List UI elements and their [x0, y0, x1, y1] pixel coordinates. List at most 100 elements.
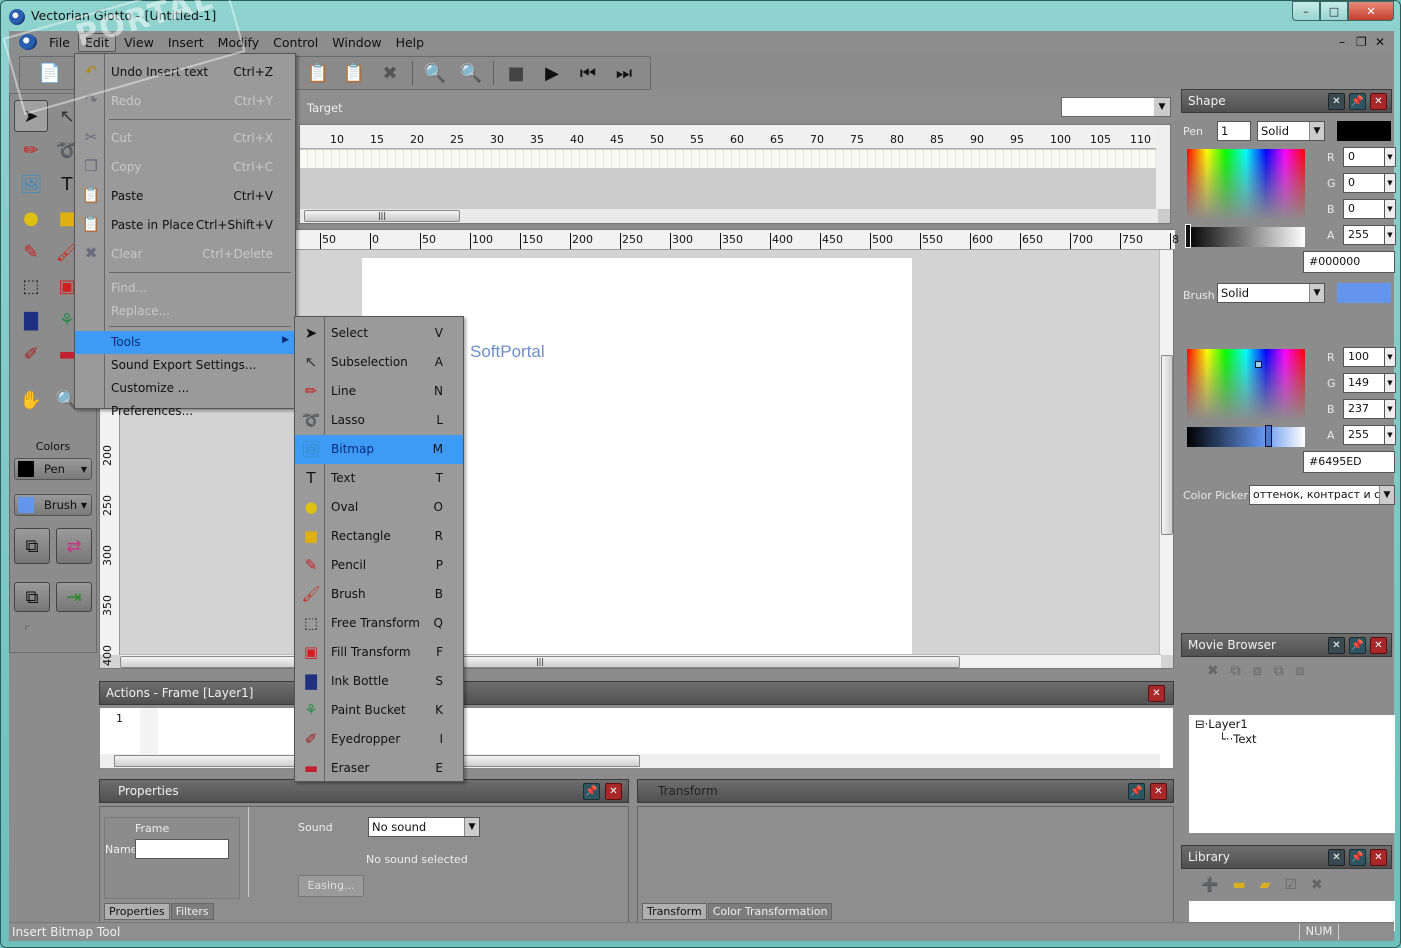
tab-filters[interactable]: Filters — [170, 903, 214, 920]
brush-color-button[interactable]: Brush ▼ — [14, 494, 92, 516]
pin-icon[interactable]: 📌 — [1349, 849, 1366, 866]
chevron-down-icon[interactable]: ▼ — [1384, 225, 1396, 245]
menu-edit[interactable]: Edit — [77, 32, 117, 52]
timeline-frames[interactable] — [300, 150, 1158, 168]
brush-b-spinner[interactable]: 237 ▼ — [1343, 399, 1396, 419]
slider-handle[interactable] — [1265, 425, 1272, 447]
new-symbol-icon[interactable]: ➕ — [1201, 877, 1218, 893]
paste-in-place-icon[interactable]: 📋 — [336, 58, 372, 88]
submenu-item-select[interactable]: ➤ Select V — [295, 319, 463, 348]
timeline-horizontal-scrollbar[interactable]: ||| — [300, 209, 1158, 223]
close-panel-icon[interactable]: ✕ — [1370, 849, 1387, 866]
submenu-item-eyedropper[interactable]: ✐ Eyedropper I — [295, 725, 463, 754]
snap-button[interactable]: ⇥ — [56, 582, 92, 612]
scroll-thumb[interactable] — [1161, 355, 1173, 535]
chevron-down-icon[interactable]: ▼ — [1384, 373, 1396, 393]
ink-bottle-tool-icon[interactable]: ▇ — [14, 304, 48, 336]
submenu-item-pencil[interactable]: ✎ Pencil P — [295, 551, 463, 580]
properties-icon[interactable]: ☑ — [1284, 877, 1297, 893]
submenu-item-lasso[interactable]: ➰ Lasso L — [295, 406, 463, 435]
brush-a-spinner[interactable]: 255 ▼ — [1343, 425, 1396, 445]
brush-r-spinner[interactable]: 100 ▼ — [1343, 347, 1396, 367]
hand-tool-icon[interactable]: ✋ — [14, 384, 48, 416]
default-colors-button[interactable]: ⧉ — [14, 528, 50, 564]
go-to-end-icon[interactable]: ⏭ — [606, 58, 642, 88]
tab-properties[interactable]: Properties — [104, 903, 170, 920]
menu-modify[interactable]: Modify — [212, 34, 265, 51]
timeline-ruler[interactable]: 10 15 20 25 30 35 40 45 50 55 60 65 70 75 80 85 90 95 100 1… — [300, 125, 1158, 149]
play-icon[interactable]: ▶ — [534, 58, 570, 88]
send-backward-icon[interactable]: ⧉ — [1274, 663, 1284, 679]
submenu-item-text[interactable]: T Text T — [295, 464, 463, 493]
spectrum-marker[interactable] — [1255, 361, 1262, 368]
stop-icon[interactable]: ■ — [498, 58, 534, 88]
close-panel-icon[interactable]: ✕ — [1148, 685, 1165, 702]
menu-item-copy[interactable]: ❐ Copy Ctrl+C — [75, 153, 295, 182]
swap-colors-button[interactable]: ⇄ — [56, 528, 92, 564]
stage-vertical-scrollbar[interactable] — [1159, 250, 1173, 655]
scroll-thumb[interactable]: ||| — [120, 656, 960, 668]
menu-item-find[interactable]: Find... — [75, 277, 295, 300]
bring-forward-icon[interactable]: ⧈ — [1253, 663, 1262, 679]
menu-item-tools[interactable]: Tools ▶ — [75, 331, 295, 354]
clear-icon[interactable]: ✖ — [372, 58, 408, 88]
zoom-out-icon[interactable]: 🔍 — [453, 58, 489, 88]
delete-icon[interactable]: ✖ — [1311, 877, 1323, 893]
collapse-icon[interactable]: ⊟ — [1195, 717, 1205, 731]
actions-editor[interactable]: 1 — [99, 707, 1174, 769]
submenu-item-subselection[interactable]: ↖ Subselection A — [295, 348, 463, 377]
brush-color-spectrum[interactable] — [1187, 349, 1305, 421]
submenu-item-rectangle[interactable]: ■ Rectangle R — [295, 522, 463, 551]
pin-icon[interactable]: 📌 — [1349, 93, 1366, 110]
pin-icon[interactable]: 📌 — [1349, 637, 1366, 654]
select-tool-icon[interactable]: ➤ — [14, 100, 48, 132]
bring-to-front-icon[interactable]: ⧉ — [1231, 663, 1241, 679]
menu-item-cut[interactable]: ✂ Cut Ctrl+X — [75, 124, 295, 153]
menu-view[interactable]: View — [118, 34, 160, 51]
menu-item-clear[interactable]: ✖ Clear Ctrl+Delete — [75, 240, 295, 269]
menu-item-paste[interactable]: 📋 Paste Ctrl+V — [75, 182, 295, 211]
pen-b-spinner[interactable]: 0 ▼ — [1343, 199, 1396, 219]
go-to-start-icon[interactable]: ⏮ — [570, 58, 606, 88]
mdi-minimize-button[interactable]: – — [1339, 35, 1345, 49]
menu-item-undo-insert-text[interactable]: ↶ Undo Insert text Ctrl+Z — [75, 58, 295, 87]
paste-icon[interactable]: 📋 — [300, 58, 336, 88]
brush-lightness-slider[interactable] — [1187, 427, 1305, 447]
timeline-vertical-scrollbar[interactable] — [1156, 125, 1170, 209]
menu-window[interactable]: Window — [326, 34, 387, 51]
menu-file[interactable]: File — [43, 34, 76, 51]
pen-r-spinner[interactable]: 0 ▼ — [1343, 147, 1396, 167]
submenu-item-eraser[interactable]: ▬ Eraser E — [295, 754, 463, 783]
color-picker-select[interactable]: оттенок, контраст и све ▼ — [1249, 485, 1395, 505]
slider-handle[interactable] — [1185, 224, 1191, 248]
pen-color-spectrum[interactable] — [1187, 149, 1305, 221]
delete-icon[interactable]: ✖ — [1207, 663, 1219, 679]
pen-hex-input[interactable]: #000000 — [1303, 251, 1395, 273]
chevron-down-icon[interactable]: ▼ — [1384, 399, 1396, 419]
mdi-close-button[interactable]: ✕ — [1375, 35, 1385, 49]
close-panel-icon[interactable]: ✕ — [1370, 93, 1387, 110]
menu-help[interactable]: Help — [390, 34, 431, 51]
menu-item-paste-in-place[interactable]: 📋 Paste in Place Ctrl+Shift+V — [75, 211, 295, 240]
free-transform-tool-icon[interactable]: ⬚ — [14, 270, 48, 302]
tab-transform[interactable]: Transform — [642, 903, 707, 920]
pen-width-input[interactable]: 1 — [1217, 121, 1251, 141]
brush-hex-input[interactable]: #6495ED — [1303, 451, 1395, 473]
submenu-item-ink-bottle[interactable]: ▇ Ink Bottle S — [295, 667, 463, 696]
close-icon[interactable]: ✕ — [1328, 849, 1345, 866]
open-folder-icon[interactable]: ▰ — [1260, 877, 1271, 893]
text-object[interactable]: SoftPortal — [470, 342, 545, 362]
chevron-down-icon[interactable]: ▼ — [1384, 199, 1396, 219]
pen-g-spinner[interactable]: 0 ▼ — [1343, 173, 1396, 193]
stage-horizontal-scrollbar[interactable]: ||| — [120, 654, 1161, 668]
chevron-down-icon[interactable]: ▼ — [1309, 284, 1324, 302]
submenu-item-free-transform[interactable]: ⬚ Free Transform Q — [295, 609, 463, 638]
pencil-tool-icon[interactable]: ✎ — [14, 236, 48, 268]
eyedropper-tool-icon[interactable]: ✐ — [14, 338, 48, 370]
submenu-item-bitmap[interactable]: 🖼 Bitmap M — [295, 435, 463, 464]
bitmap-tool-icon[interactable]: 🖼 — [14, 168, 48, 200]
object-drawing-button[interactable]: ⧉ — [14, 582, 50, 612]
tree-node-layer1[interactable]: ⊟·Layer1 — [1195, 717, 1248, 731]
chevron-down-icon[interactable]: ▼ — [1384, 347, 1396, 367]
menu-item-preferences[interactable]: Preferences... — [75, 400, 295, 423]
